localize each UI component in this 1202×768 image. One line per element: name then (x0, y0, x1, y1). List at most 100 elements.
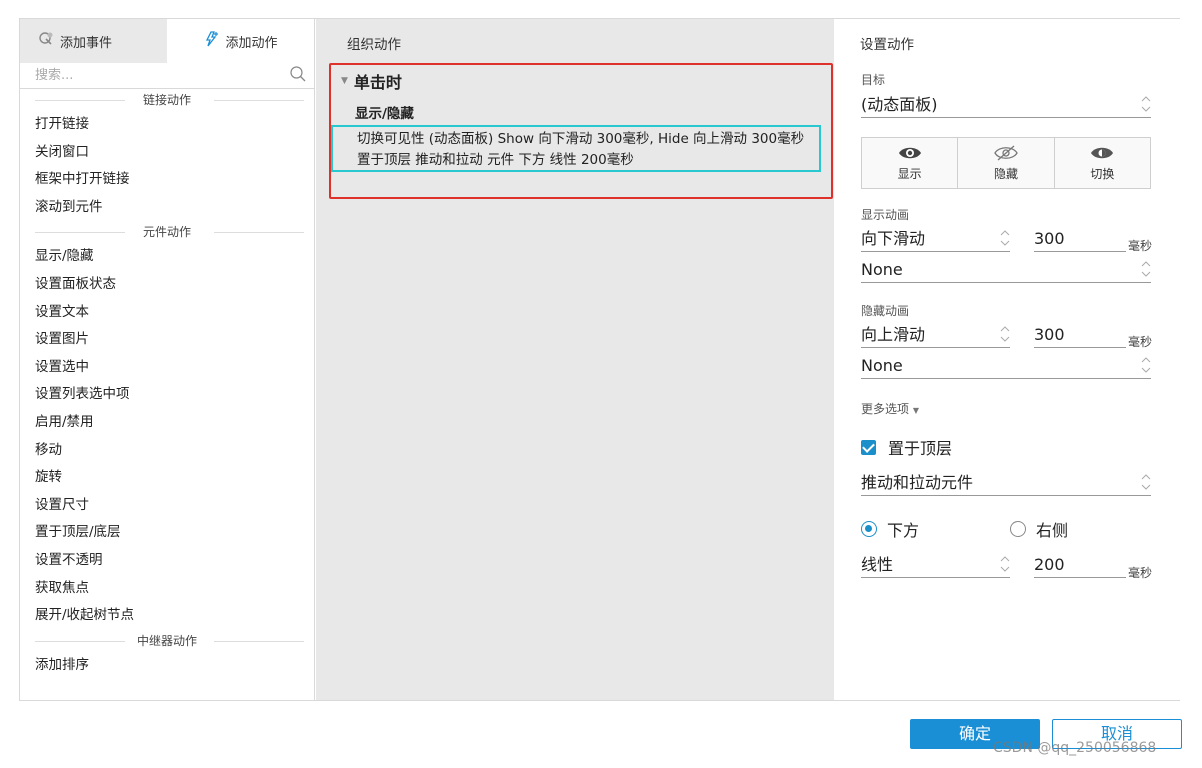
bring-to-front-checkbox[interactable]: 置于顶层 (861, 435, 952, 459)
action-item-move[interactable]: 移动 (20, 437, 314, 465)
configure-action-panel: 设置动作 目标 (动态面板) 显示 隐藏 切换 显示动画 向下滑动 300 毫秒… (835, 19, 1180, 700)
more-options-label: 更多选项 (861, 402, 910, 416)
action-item-set-text[interactable]: 设置文本 (20, 299, 314, 327)
checkbox-checked-icon (861, 439, 876, 455)
action-item-bring-front-back[interactable]: 置于顶层/底层 (20, 519, 314, 547)
push-duration-input[interactable]: 200 (1034, 552, 1126, 578)
toggle-label: 切换 (1090, 166, 1115, 181)
action-item-set-image[interactable]: 设置图片 (20, 326, 314, 354)
hide-label: 隐藏 (993, 166, 1018, 181)
eye-slash-icon (994, 145, 1018, 160)
show-button[interactable]: 显示 (862, 138, 959, 188)
collapse-triangle-icon[interactable]: ▼ (341, 76, 348, 86)
tab-add-action-label: 添加动作 (225, 35, 278, 51)
hide-duration-unit: 毫秒 (1128, 335, 1153, 349)
eye-icon (898, 147, 921, 158)
action-description[interactable]: 切换可见性 (动态面板) Show 向下滑动 300毫秒, Hide 向上滑动 … (331, 125, 821, 172)
target-select[interactable]: (动态面板) (861, 92, 1151, 118)
dialog-frame: 添加事件 添加动作 链接动作 打开链接 关闭窗口 框架中打开链接 滚动到元件 元… (19, 18, 1180, 701)
action-item-close-window[interactable]: 关闭窗口 (20, 139, 314, 167)
group-widget-actions: 元件动作 显示/隐藏 设置面板状态 设置文本 设置图片 设置选中 设置列表选中项… (20, 221, 314, 629)
action-item-rotate[interactable]: 旋转 (20, 464, 314, 492)
caret-down-icon: ▼ (912, 406, 919, 415)
show-easing-select[interactable]: None (861, 257, 1151, 283)
toggle-button[interactable]: 切换 (1054, 138, 1150, 188)
hide-easing-select[interactable]: None (861, 353, 1151, 379)
push-easing-select[interactable]: 线性 (861, 552, 1010, 578)
group-link-actions: 链接动作 打开链接 关闭窗口 框架中打开链接 滚动到元件 (20, 89, 314, 221)
panel-tabs: 添加事件 添加动作 (20, 19, 314, 63)
hide-animation-label: 隐藏动画 (861, 304, 910, 318)
action-item-show-hide[interactable]: 显示/隐藏 (20, 243, 314, 271)
event-onclick[interactable]: ▼ 单击时 (341, 69, 402, 93)
hide-button[interactable]: 隐藏 (958, 138, 1055, 188)
group-heading: 链接动作 (20, 89, 314, 111)
action-item-set-selected[interactable]: 设置选中 (20, 354, 314, 382)
action-item-set-list-selected[interactable]: 设置列表选中项 (20, 381, 314, 409)
eye-toggle-icon (1091, 147, 1114, 158)
action-item-set-opacity[interactable]: 设置不透明 (20, 547, 314, 575)
action-item-focus[interactable]: 获取焦点 (20, 575, 314, 603)
up-down-chevron-icon (1141, 474, 1151, 490)
radio-right-label: 右侧 (1036, 521, 1069, 540)
push-easing-value: 线性 (861, 555, 894, 574)
up-down-chevron-icon (1141, 357, 1151, 373)
organize-actions-panel: 组织动作 ▼ 单击时 显示/隐藏 切换可见性 (动态面板) Show 向下滑动 … (316, 19, 834, 700)
hide-easing-value: None (861, 356, 903, 375)
panel-title: 组织动作 (347, 37, 401, 53)
action-item-add-sort[interactable]: 添加排序 (20, 652, 314, 680)
up-down-chevron-icon (1000, 556, 1010, 572)
search-icon[interactable] (290, 66, 306, 82)
actions-library-panel: 添加事件 添加动作 链接动作 打开链接 关闭窗口 框架中打开链接 滚动到元件 元… (20, 19, 315, 700)
action-item-scroll-to[interactable]: 滚动到元件 (20, 194, 314, 222)
radio-below-label: 下方 (887, 521, 920, 540)
group-heading: 中继器动作 (20, 630, 314, 652)
up-down-chevron-icon (1000, 230, 1010, 246)
push-duration-unit: 毫秒 (1128, 566, 1153, 580)
tab-add-event-label: 添加事件 (60, 35, 113, 51)
visibility-toggle-group: 显示 隐藏 切换 (861, 137, 1151, 189)
group-repeater-actions: 中继器动作 添加排序 (20, 630, 314, 680)
action-item-open-in-frame[interactable]: 框架中打开链接 (20, 166, 314, 194)
show-label: 显示 (897, 166, 922, 181)
action-search (20, 63, 314, 89)
action-item-expand-collapse[interactable]: 展开/收起树节点 (20, 602, 314, 630)
up-down-chevron-icon (1141, 261, 1151, 277)
search-input[interactable] (35, 63, 275, 87)
up-down-chevron-icon (1000, 326, 1010, 342)
action-type-label: 显示/隐藏 (355, 106, 414, 122)
tab-add-event[interactable]: 添加事件 (20, 19, 167, 63)
event-block: ▼ 单击时 显示/隐藏 切换可见性 (动态面板) Show 向下滑动 300毫秒… (329, 63, 833, 199)
bring-to-front-label: 置于顶层 (888, 439, 953, 458)
radio-below[interactable]: 下方 (861, 517, 919, 541)
group-heading: 元件动作 (20, 221, 314, 243)
hide-animation-select[interactable]: 向上滑动 (861, 322, 1010, 348)
tab-add-action[interactable]: 添加动作 (167, 19, 314, 63)
show-animation-label: 显示动画 (861, 208, 910, 222)
hide-animation-value: 向上滑动 (861, 325, 926, 344)
radio-right[interactable]: 右侧 (1010, 517, 1068, 541)
watermark: CSDN @qq_250056868 (993, 740, 1157, 756)
add-action-icon (203, 31, 219, 51)
show-animation-select[interactable]: 向下滑动 (861, 226, 1010, 252)
event-label: 单击时 (353, 73, 402, 92)
radio-selected-icon (861, 521, 877, 537)
target-value: (动态面板) (861, 95, 938, 114)
target-label: 目标 (861, 73, 886, 87)
action-item-enable-disable[interactable]: 启用/禁用 (20, 409, 314, 437)
panel-title: 设置动作 (860, 37, 914, 53)
action-item-set-panel-state[interactable]: 设置面板状态 (20, 271, 314, 299)
show-duration-input[interactable]: 300 (1034, 226, 1126, 252)
more-options-toggle[interactable]: 更多选项 ▼ (861, 400, 919, 417)
up-down-chevron-icon (1141, 96, 1151, 112)
push-pull-value: 推动和拉动元件 (861, 473, 974, 492)
show-duration-unit: 毫秒 (1128, 239, 1153, 253)
action-item-open-link[interactable]: 打开链接 (20, 111, 314, 139)
add-event-icon (38, 31, 54, 51)
hide-duration-input[interactable]: 300 (1034, 322, 1126, 348)
show-easing-value: None (861, 260, 903, 279)
show-animation-value: 向下滑动 (861, 229, 926, 248)
radio-unselected-icon (1010, 521, 1026, 537)
push-pull-select[interactable]: 推动和拉动元件 (861, 470, 1151, 496)
action-item-set-size[interactable]: 设置尺寸 (20, 492, 314, 520)
